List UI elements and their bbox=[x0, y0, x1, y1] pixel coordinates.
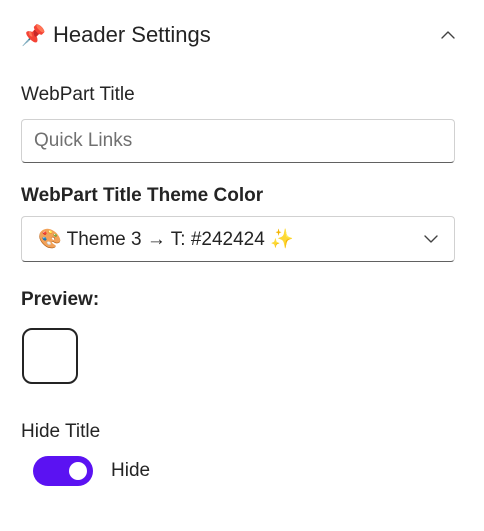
title-color-preview-swatch bbox=[22, 328, 78, 384]
header-settings-heading: 📌 Header Settings bbox=[21, 22, 211, 48]
hide-title-toggle[interactable] bbox=[33, 456, 93, 486]
webpart-title-label: WebPart Title bbox=[21, 84, 135, 105]
theme-color-dropdown[interactable]: 🎨 Theme 3 → T: #242424 ✨ bbox=[21, 216, 455, 262]
toggle-knob bbox=[69, 462, 87, 480]
section-title: Header Settings bbox=[53, 22, 211, 47]
theme-color-selected-value: 🎨 Theme 3 → T: #242424 ✨ bbox=[38, 229, 294, 250]
preview-label: Preview: bbox=[21, 289, 100, 310]
hide-title-toggle-row: Hide bbox=[33, 455, 150, 487]
chevron-down-icon bbox=[424, 235, 438, 243]
webpart-title-input[interactable] bbox=[21, 119, 455, 163]
chevron-up-icon[interactable] bbox=[441, 28, 455, 42]
theme-color-label: WebPart Title Theme Color bbox=[21, 185, 264, 206]
header-settings-panel: 📌 Header Settings WebPart Title WebPart … bbox=[0, 0, 484, 531]
pushpin-icon: 📌 bbox=[21, 24, 46, 47]
header-settings-section-toggle[interactable]: 📌 Header Settings bbox=[21, 18, 461, 52]
hide-title-toggle-label: Hide bbox=[111, 460, 151, 481]
hide-title-label: Hide Title bbox=[21, 421, 101, 442]
